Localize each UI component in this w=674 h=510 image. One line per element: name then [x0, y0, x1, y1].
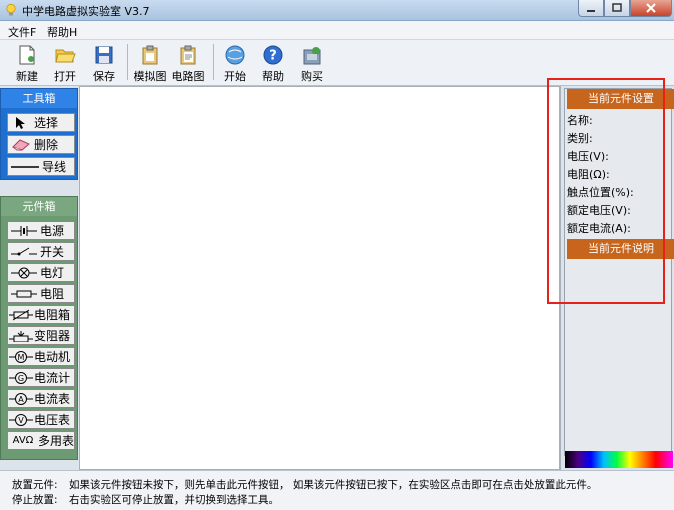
- simulation-view-button[interactable]: 模拟图: [133, 43, 167, 83]
- toolbar-separator: [213, 44, 214, 80]
- left-panel: 工具箱 选择 删除 导线 元件箱 电源 开关 电灯 电阻 电阻箱 变阻器 M 电…: [0, 86, 78, 470]
- close-icon: [646, 3, 656, 13]
- component-box: 元件箱 电源 开关 电灯 电阻 电阻箱 变阻器 M 电动机 G 电流计 A 电流…: [0, 196, 78, 460]
- component-box-title: 元件箱: [1, 197, 77, 216]
- toolbar: 新建 打开 保存 模拟图 电路图 开始 ? 帮助 购买: [0, 40, 674, 86]
- status-bar: 放置元件: 如果该元件按钮未按下，则先单击此元件按钮， 如果该元件按钮已按下，在实…: [0, 470, 674, 510]
- component-lamp-button[interactable]: 电灯: [7, 263, 75, 282]
- field-resistance: 电阻(Ω):: [567, 168, 610, 181]
- field-rated-current: 额定电流(A):: [567, 222, 631, 235]
- rheostat-symbol-icon: [9, 330, 33, 342]
- component-switch-button[interactable]: 开关: [7, 242, 75, 261]
- galvanometer-symbol-icon: G: [9, 371, 33, 384]
- component-rheostat-button[interactable]: 变阻器: [7, 326, 75, 345]
- menu-help[interactable]: 帮助H: [47, 24, 77, 40]
- field-category: 类别:: [567, 132, 593, 145]
- component-ammeter-button[interactable]: A 电流表: [7, 389, 75, 408]
- open-button[interactable]: 打开: [48, 43, 82, 83]
- multimeter-symbol-icon: AVΩ: [12, 435, 34, 446]
- component-voltmeter-button[interactable]: V 电压表: [7, 410, 75, 429]
- tool-delete-button[interactable]: 删除: [7, 135, 75, 154]
- new-button[interactable]: 新建: [10, 43, 44, 83]
- menu-file[interactable]: 文件F: [8, 24, 36, 40]
- properties-panel: 当前元件设置 名称: 类别: 电压(V): 电阻(Ω): 触点位置(%): 额定…: [560, 86, 674, 470]
- start-button[interactable]: 开始: [218, 43, 252, 83]
- toolbox: 工具箱 选择 删除 导线: [0, 88, 78, 180]
- resistor-symbol-icon: [11, 290, 37, 297]
- svg-text:A: A: [18, 395, 24, 404]
- tool-select-button[interactable]: 选择: [7, 113, 75, 132]
- new-doc-icon: [19, 45, 35, 65]
- component-resistor-box-button[interactable]: 电阻箱: [7, 305, 75, 324]
- ammeter-symbol-icon: A: [9, 392, 33, 405]
- component-power-button[interactable]: 电源: [7, 221, 75, 240]
- minimize-icon: [587, 10, 595, 12]
- eraser-icon: [12, 138, 30, 151]
- status-line-stop: 停止放置: 右击实验区可停止放置，并切换到选择工具。: [12, 494, 279, 506]
- menu-bar: 文件F 帮助H: [0, 21, 674, 40]
- save-button[interactable]: 保存: [87, 43, 121, 83]
- component-settings-title: 当前元件设置: [567, 89, 674, 109]
- field-voltage: 电压(V):: [567, 150, 609, 163]
- experiment-canvas[interactable]: [79, 86, 560, 470]
- help-button[interactable]: ? 帮助: [256, 43, 290, 83]
- buy-icon: [303, 47, 321, 65]
- field-name: 名称:: [567, 114, 593, 127]
- switch-symbol-icon: [11, 247, 37, 255]
- toolbox-title: 工具箱: [1, 89, 77, 108]
- svg-text:M: M: [18, 353, 25, 362]
- wire-line-icon: [11, 165, 39, 168]
- lightbulb-app-icon: [6, 3, 16, 16]
- tool-wire-button[interactable]: 导线: [7, 157, 75, 176]
- component-galvanometer-button[interactable]: G 电流计: [7, 368, 75, 387]
- minimize-button[interactable]: [578, 0, 604, 17]
- component-motor-button[interactable]: M 电动机: [7, 347, 75, 366]
- component-resistor-button[interactable]: 电阻: [7, 284, 75, 303]
- field-contact-position: 触点位置(%):: [567, 186, 634, 199]
- status-line-place: 放置元件: 如果该元件按钮未按下，则先单击此元件按钮， 如果该元件按钮已按下，在实…: [12, 479, 598, 491]
- clipboard-doc-icon: [180, 45, 196, 65]
- window-controls: [578, 0, 672, 17]
- component-multimeter-button[interactable]: AVΩ 多用表: [7, 431, 75, 450]
- circuit-view-button[interactable]: 电路图: [171, 43, 205, 83]
- battery-symbol-icon: [11, 225, 37, 236]
- pointer-arrow-icon: [16, 116, 25, 129]
- buy-button[interactable]: 购买: [295, 43, 329, 83]
- save-disk-icon: [95, 46, 113, 64]
- component-description-title: 当前元件说明: [567, 239, 674, 259]
- maximize-icon: [612, 3, 622, 12]
- field-rated-voltage: 额定电压(V):: [567, 204, 631, 217]
- help-icon: ?: [263, 45, 283, 65]
- color-palette[interactable]: [565, 451, 673, 468]
- motor-symbol-icon: M: [9, 350, 33, 363]
- svg-text:V: V: [18, 416, 24, 425]
- folder-open-icon: [55, 49, 76, 63]
- maximize-button[interactable]: [604, 0, 630, 17]
- svg-text:?: ?: [269, 49, 277, 64]
- toolbar-separator: [127, 44, 128, 80]
- svg-text:G: G: [18, 374, 24, 383]
- lamp-symbol-icon: [11, 267, 37, 278]
- title-bar: 中学电路虚拟实验室 V3.7: [0, 0, 674, 21]
- resistor-box-symbol-icon: [9, 309, 33, 320]
- start-globe-icon: [225, 45, 245, 65]
- window-title: 中学电路虚拟实验室 V3.7: [22, 5, 150, 18]
- close-button[interactable]: [630, 0, 672, 17]
- clipboard-icon: [142, 45, 158, 65]
- voltmeter-symbol-icon: V: [9, 413, 33, 426]
